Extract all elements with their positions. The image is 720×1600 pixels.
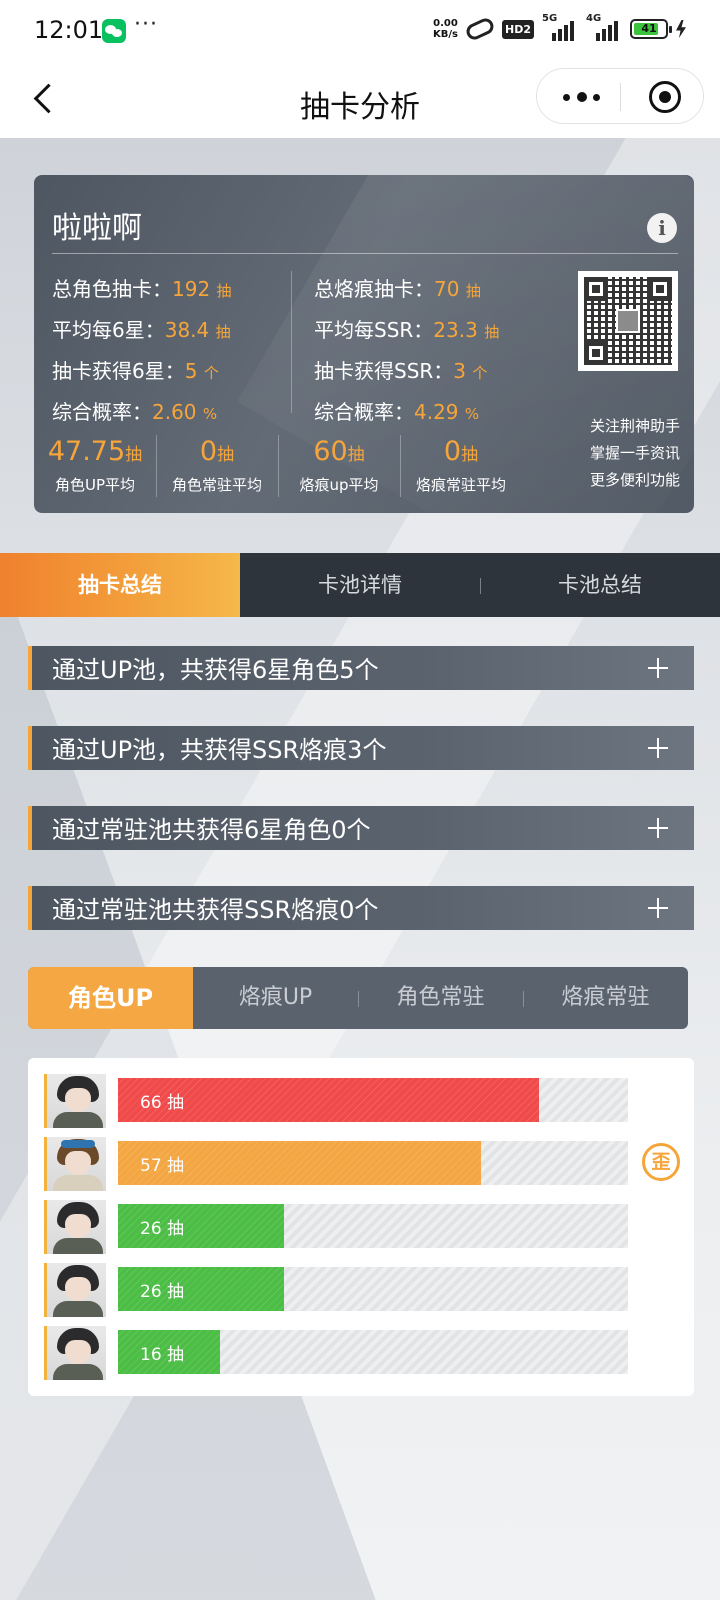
signal-4g-icon: 4G xyxy=(586,13,622,41)
close-miniprogram-icon[interactable] xyxy=(649,81,681,113)
expand-plus-icon[interactable] xyxy=(648,898,668,918)
notification-more-icon: ··· xyxy=(134,12,158,37)
stat-row: 综合概率：4.29 % xyxy=(314,400,480,424)
tab-character-standard[interactable]: 角色常驻 xyxy=(358,967,523,1029)
pull-record: 16 抽 xyxy=(44,1326,680,1380)
pull-bar-track: 16 抽 xyxy=(118,1330,628,1374)
character-avatar xyxy=(44,1074,106,1128)
tab-imprint-standard[interactable]: 烙痕常驻 xyxy=(523,967,688,1029)
status-time: 12:01 xyxy=(34,16,104,44)
wechat-icon xyxy=(102,19,126,43)
signal-5g-icon: 5G xyxy=(542,13,578,41)
stats-card: 啦啦啊 i 总角色抽卡：192 抽 平均每6星：38.4 抽 抽卡获得6星：5 … xyxy=(34,175,694,513)
hd-icon: HD2 xyxy=(502,19,534,39)
expand-plus-icon[interactable] xyxy=(648,738,668,758)
average-cell: 0抽 角色常驻平均 xyxy=(156,435,278,499)
average-row: 47.75抽 角色UP平均 0抽 角色常驻平均 60抽 烙痕up平均 0抽 烙痕… xyxy=(34,435,554,499)
character-avatar xyxy=(44,1263,106,1317)
nav-bar: 抽卡分析 xyxy=(0,62,720,138)
stat-row: 平均每6星：38.4 抽 xyxy=(52,318,231,342)
tab-pool-details[interactable]: 卡池详情 xyxy=(240,553,480,617)
summary-text: 通过UP池，共获得SSR烙痕3个 xyxy=(52,736,387,764)
stat-row: 抽卡获得6星：5 个 xyxy=(52,359,219,383)
summary-text: 通过常驻池共获得6星角色0个 xyxy=(52,816,371,844)
link-icon xyxy=(463,15,497,43)
average-cell: 47.75抽 角色UP平均 xyxy=(47,436,143,494)
qr-logo-icon xyxy=(616,309,640,333)
pull-bar-track: 26 抽 xyxy=(118,1267,628,1311)
tab-pool-summary[interactable]: 卡池总结 xyxy=(480,553,720,617)
expand-plus-icon[interactable] xyxy=(648,818,668,838)
more-options-icon[interactable] xyxy=(555,79,611,115)
stat-row: 综合概率：2.60 % xyxy=(52,400,218,424)
stat-row: 平均每SSR：23.3 抽 xyxy=(314,318,500,342)
battery-level: 41 xyxy=(641,22,657,35)
stat-row: 总烙痕抽卡：70 抽 xyxy=(314,277,481,301)
average-cell: 0抽 烙痕常驻平均 xyxy=(400,435,522,499)
stat-row: 抽卡获得SSR：3 个 xyxy=(314,359,488,383)
stat-row: 总角色抽卡：192 抽 xyxy=(52,277,232,301)
summary-row-up-characters[interactable]: 通过UP池，共获得6星角色5个 xyxy=(28,646,694,690)
average-cell: 60抽 烙痕up平均 xyxy=(278,435,400,499)
battery-icon: 41 xyxy=(630,19,672,39)
tab-character-up[interactable]: 角色UP xyxy=(28,967,193,1029)
character-avatar xyxy=(44,1137,106,1191)
pull-count: 16 抽 xyxy=(140,1345,185,1365)
off-banner-badge: 歪 xyxy=(642,1143,680,1181)
pool-type-tabs: 角色UP 烙痕UP 角色常驻 烙痕常驻 xyxy=(28,967,688,1029)
status-bar: 12:01 ··· 0.00 KB/s HD2 5G 4G 41 xyxy=(0,0,720,62)
summary-text: 通过常驻池共获得SSR烙痕0个 xyxy=(52,896,379,924)
promo-text: 关注荆神助手 掌握一手资讯 更多便利功能 xyxy=(589,417,680,489)
imprint-stats: 总烙痕抽卡：70 抽 平均每SSR：23.3 抽 抽卡获得SSR：3 个 综合概… xyxy=(314,273,499,437)
pull-record: 26 抽 xyxy=(44,1200,680,1254)
pull-count: 26 抽 xyxy=(140,1282,185,1302)
tab-imprint-up[interactable]: 烙痕UP xyxy=(193,967,358,1029)
pull-bar-track: 66 抽 xyxy=(118,1078,628,1122)
pull-record: 66 抽 xyxy=(44,1074,680,1128)
tab-draw-summary[interactable]: 抽卡总结 xyxy=(0,553,240,617)
main-tabs: 抽卡总结 卡池详情 卡池总结 xyxy=(0,553,720,617)
summary-text: 通过UP池，共获得6星角色5个 xyxy=(52,656,379,684)
pull-bar-track: 26 抽 xyxy=(118,1204,628,1248)
info-icon[interactable]: i xyxy=(647,213,677,243)
pull-record: 26 抽 xyxy=(44,1263,680,1317)
summary-row-standard-imprints[interactable]: 通过常驻池共获得SSR烙痕0个 xyxy=(28,886,694,930)
user-name: 啦啦啊 xyxy=(52,211,142,246)
pull-count: 57 抽 xyxy=(140,1156,185,1176)
network-speed: 0.00 KB/s xyxy=(433,18,458,40)
charging-icon xyxy=(676,20,686,38)
pull-count: 26 抽 xyxy=(140,1219,185,1239)
miniprogram-capsule xyxy=(536,68,704,124)
summary-row-up-imprints[interactable]: 通过UP池，共获得SSR烙痕3个 xyxy=(28,726,694,770)
pull-count: 66 抽 xyxy=(140,1093,185,1113)
pull-records-panel: 66 抽 57 抽 歪 26 抽 26 抽 16 抽 xyxy=(28,1058,694,1396)
expand-plus-icon[interactable] xyxy=(648,658,668,678)
character-stats: 总角色抽卡：192 抽 平均每6星：38.4 抽 抽卡获得6星：5 个 综合概率… xyxy=(52,273,232,437)
qr-code[interactable] xyxy=(578,271,678,371)
pull-record: 57 抽 歪 xyxy=(44,1137,680,1191)
pull-bar-track: 57 抽 xyxy=(118,1141,628,1185)
summary-row-standard-characters[interactable]: 通过常驻池共获得6星角色0个 xyxy=(28,806,694,850)
character-avatar xyxy=(44,1200,106,1254)
character-avatar xyxy=(44,1326,106,1380)
